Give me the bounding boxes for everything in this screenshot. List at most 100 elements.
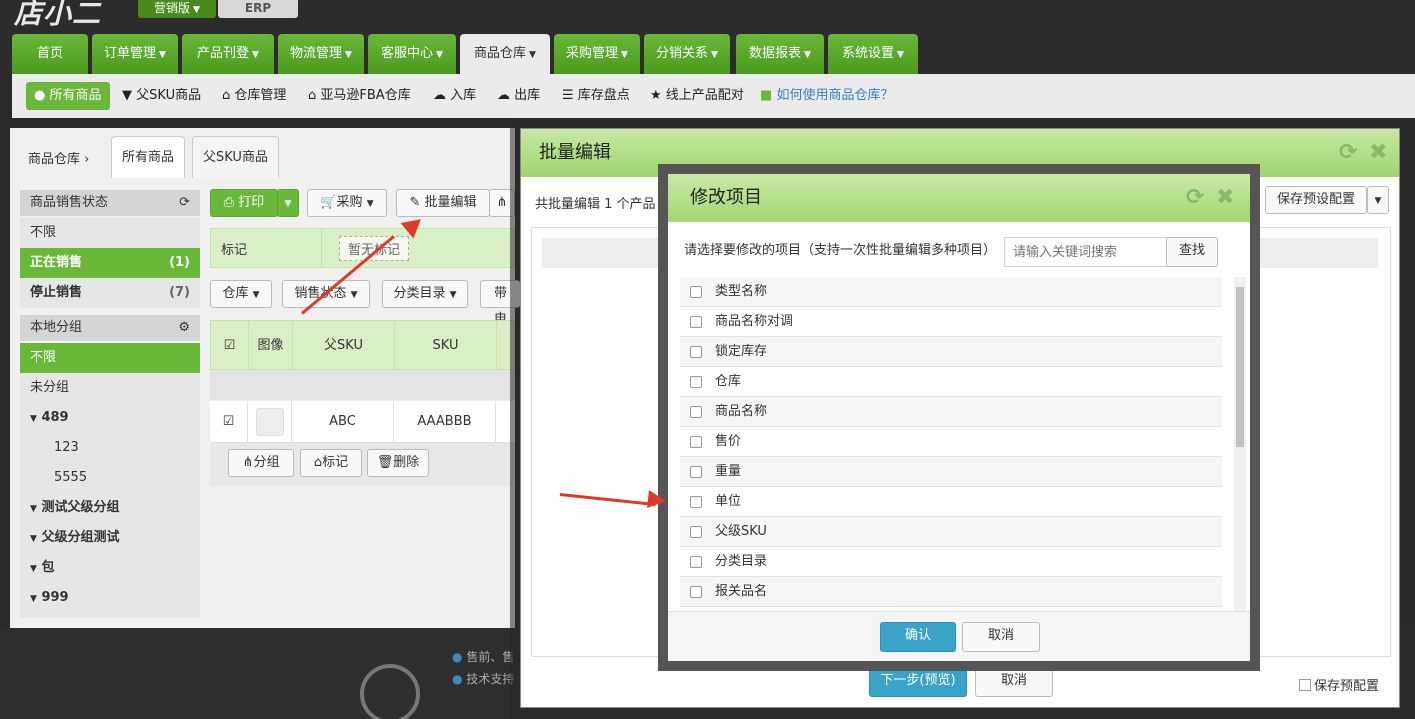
items-dialog-footer: 确认 取消: [668, 611, 1250, 661]
scrollbar-thumb[interactable]: [1236, 287, 1244, 447]
nav-logistics[interactable]: 物流管理 ▼: [278, 34, 364, 74]
arrow-head: [647, 490, 667, 510]
item-checkbox[interactable]: [690, 466, 702, 478]
item-checkbox[interactable]: [690, 586, 702, 598]
filter-category[interactable]: 分类目录 ▼: [382, 280, 468, 308]
filter-icon: ▼: [122, 88, 132, 103]
confirm-button[interactable]: 确认: [880, 622, 956, 652]
tag-action-button[interactable]: ⌂标记: [300, 449, 362, 477]
group-item[interactable]: ▼ 489: [20, 403, 200, 433]
save-preset-button[interactable]: 保存预设配置: [1265, 186, 1367, 214]
gear-icon[interactable]: ⚙: [178, 315, 190, 341]
subnav-all-products[interactable]: ● 所有商品: [26, 82, 110, 110]
list-item[interactable]: 锁定库存: [680, 337, 1222, 367]
footer-support[interactable]: ● 技术支持: [452, 670, 514, 687]
list-item[interactable]: 报关品名: [680, 577, 1222, 607]
nav-listing[interactable]: 产品刊登 ▼: [182, 34, 274, 74]
nav-service[interactable]: 客服中心 ▼: [368, 34, 456, 74]
print-dropdown-button[interactable]: ▼: [277, 189, 299, 217]
scrollbar[interactable]: [1234, 277, 1246, 611]
subnav-amazon-fba[interactable]: ⌂ 亚马逊FBA仓库: [308, 82, 411, 110]
refresh-icon[interactable]: ⟳: [1339, 129, 1357, 177]
subnav-help[interactable]: ■ 如何使用商品仓库？: [760, 82, 893, 110]
list-item[interactable]: 分类目录: [680, 547, 1222, 577]
cloud-download-icon: ☁: [497, 88, 510, 103]
subnav-pairing[interactable]: ★ 线上产品配对: [650, 82, 744, 110]
list-item[interactable]: 商品名称: [680, 397, 1222, 427]
list-item[interactable]: 父级SKU: [680, 517, 1222, 547]
trash-icon: 🗑: [376, 455, 394, 470]
close-icon[interactable]: ✖: [1369, 129, 1387, 177]
filter-warehouse[interactable]: 仓库 ▼: [210, 280, 272, 308]
nav-distribution[interactable]: 分销关系 ▼: [644, 34, 730, 74]
nav-purchase[interactable]: 采购管理 ▼: [554, 34, 640, 74]
group-item[interactable]: 123: [20, 433, 200, 463]
no-tag-chip[interactable]: 暂无标记: [339, 236, 410, 261]
next-preview-button[interactable]: 下一步(预览): [869, 667, 967, 697]
row-checkbox[interactable]: ☑: [210, 401, 248, 443]
save-preset-checkbox[interactable]: 保存预配置: [1299, 675, 1379, 694]
erp-badge[interactable]: ERP: [218, 0, 298, 18]
list-item[interactable]: 仓库: [680, 367, 1222, 397]
status-item[interactable]: 停止销售 (7): [20, 278, 200, 308]
group-item[interactable]: ▼ 999: [20, 583, 200, 618]
status-item[interactable]: 不限: [20, 218, 200, 248]
keyword-search-input[interactable]: [1004, 237, 1168, 267]
list-item[interactable]: 售价: [680, 427, 1222, 457]
nav-warehouse[interactable]: 商品仓库 ▼: [460, 34, 550, 74]
logo[interactable]: 店小二: [14, 0, 101, 32]
list-item[interactable]: 商品名称对调: [680, 307, 1222, 337]
subnav-stock-out[interactable]: ☁ 出库: [497, 82, 540, 110]
list-item[interactable]: 单位: [680, 487, 1222, 517]
list-item[interactable]: 重量: [680, 457, 1222, 487]
status-item[interactable]: 正在销售 (1): [20, 248, 200, 278]
nav-orders[interactable]: 订单管理 ▼: [92, 34, 178, 74]
group-item[interactable]: ▼ 测试父级分组: [20, 493, 200, 523]
col-parent-sku: 父SKU: [293, 321, 395, 371]
subnav-warehouse-mgmt[interactable]: ⌂ 仓库管理: [222, 82, 286, 110]
edition-badge[interactable]: 营销版 ▼: [138, 0, 216, 18]
group-action-button[interactable]: ⋔分组: [228, 449, 294, 477]
save-preset-dropdown[interactable]: ▼: [1367, 186, 1389, 214]
refresh-icon[interactable]: ⟳: [1186, 174, 1204, 222]
nav-settings[interactable]: 系统设置 ▼: [828, 34, 918, 74]
item-checkbox[interactable]: [690, 436, 702, 448]
batch-edit-button[interactable]: ✎ 批量编辑: [396, 189, 490, 217]
subnav-stock-in[interactable]: ☁ 入库: [433, 82, 476, 110]
purchase-button[interactable]: 🛒采购 ▼: [307, 189, 387, 217]
search-button[interactable]: 查找: [1166, 237, 1218, 267]
tab-all-products[interactable]: 所有商品: [111, 136, 186, 178]
print-button[interactable]: ⎙ 打印: [210, 189, 278, 217]
batch-cancel-button[interactable]: 取消: [975, 667, 1053, 697]
close-icon[interactable]: ✖: [1216, 174, 1234, 222]
items-list: 类型名称 商品名称对调 锁定库存 仓库 商品名称 售价 重量 单位 父级SKU …: [668, 277, 1250, 611]
col-sku: SKU: [395, 321, 497, 371]
list-item[interactable]: 类型名称: [680, 277, 1222, 307]
group-item[interactable]: 5555: [20, 463, 200, 493]
subnav-parent-sku[interactable]: ▼ 父SKU商品: [122, 82, 201, 110]
group-item[interactable]: ▼ 包: [20, 553, 200, 583]
footer-presale[interactable]: ● 售前、售: [452, 648, 514, 665]
nav-reports[interactable]: 数据报表 ▼: [736, 34, 824, 74]
subnav-inventory[interactable]: ☰ 库存盘点: [562, 82, 630, 110]
item-checkbox[interactable]: [690, 406, 702, 418]
tag-label: 标记: [221, 243, 248, 258]
group-item[interactable]: ▼ 父级分组测试: [20, 523, 200, 553]
refresh-icon[interactable]: ⟳: [179, 190, 190, 216]
delete-action-button[interactable]: 🗑删除: [367, 449, 429, 477]
item-checkbox[interactable]: [690, 346, 702, 358]
cancel-button[interactable]: 取消: [962, 622, 1040, 652]
item-checkbox[interactable]: [690, 316, 702, 328]
nav-home[interactable]: 首页: [12, 34, 88, 74]
table-row[interactable]: ☑ ABC AAABBB: [210, 401, 515, 443]
tab-parent-sku[interactable]: 父SKU商品: [192, 136, 279, 178]
item-checkbox[interactable]: [690, 526, 702, 538]
printer-icon: ⎙: [223, 195, 235, 210]
item-checkbox[interactable]: [690, 556, 702, 568]
item-checkbox[interactable]: [690, 286, 702, 298]
group-item[interactable]: 未分组: [20, 373, 200, 403]
item-checkbox[interactable]: [690, 496, 702, 508]
select-all-checkbox[interactable]: ☑: [211, 321, 249, 371]
group-item[interactable]: 不限: [20, 343, 200, 373]
item-checkbox[interactable]: [690, 376, 702, 388]
